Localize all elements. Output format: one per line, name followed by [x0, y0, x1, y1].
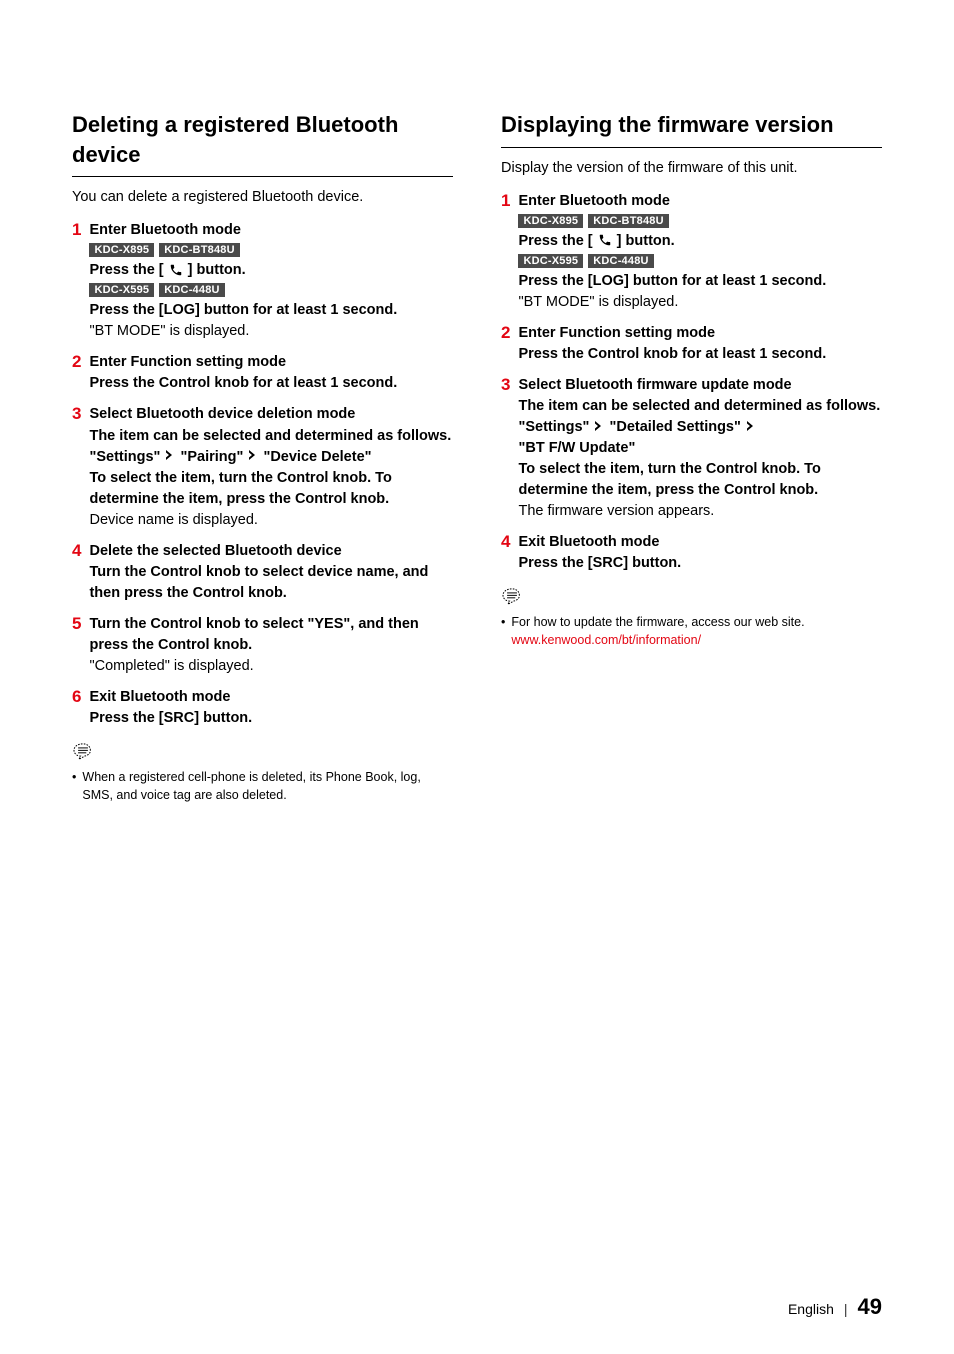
right-step-2: 2 Enter Function setting mode Press the …	[501, 323, 882, 365]
right-heading: Displaying the firmware version	[501, 110, 882, 148]
step-result: "Completed" is displayed.	[89, 656, 453, 677]
left-step-3: 3 Select Bluetooth device deletion mode …	[72, 404, 453, 530]
note-item: • When a registered cell-phone is delete…	[72, 768, 453, 804]
step-result: Device name is displayed.	[89, 510, 453, 531]
step-instruction: Press the [ ] button.	[89, 260, 453, 281]
step-instruction: To select the item, turn the Control kno…	[518, 459, 882, 501]
chevron-right-icon	[595, 421, 603, 431]
note-text: For how to update the firmware, access o…	[511, 613, 882, 649]
phone-icon	[169, 263, 183, 277]
left-step-4: 4 Delete the selected Bluetooth device T…	[72, 541, 453, 604]
step-title: Enter Function setting mode	[518, 323, 882, 344]
footer-page-number: 49	[858, 1294, 882, 1320]
step-instruction: The item can be selected and determined …	[518, 396, 882, 417]
step-result: "BT MODE" is displayed.	[89, 321, 453, 342]
page-footer: English | 49	[788, 1294, 882, 1320]
model-badge: KDC-BT848U	[159, 243, 239, 257]
step-instruction: Press the [SRC] button.	[518, 553, 882, 574]
path-segment: "Settings"	[518, 419, 589, 435]
step-instruction: Press the Control knob for at least 1 se…	[89, 373, 453, 394]
step-result: The firmware version appears.	[518, 501, 882, 522]
path-segment: "BT F/W Update"	[518, 440, 635, 456]
model-badge: KDC-BT848U	[588, 214, 668, 228]
model-badge: KDC-448U	[159, 283, 224, 297]
menu-path: "Settings" "Detailed Settings" "BT F/W U…	[518, 417, 882, 459]
badge-row: KDC-X595 KDC-448U	[518, 254, 882, 268]
step-instruction: To select the item, turn the Control kno…	[89, 468, 453, 510]
step-number: 2	[72, 351, 81, 372]
step-title: Turn the Control knob to select "YES", a…	[89, 614, 453, 656]
chevron-right-icon	[249, 450, 257, 460]
footer-separator: |	[844, 1301, 848, 1317]
badge-row: KDC-X895 KDC-BT848U	[89, 243, 453, 257]
step-instruction: Press the [ ] button.	[518, 231, 882, 252]
path-segment: "Device Delete"	[263, 449, 371, 465]
left-step-5: 5 Turn the Control knob to select "YES",…	[72, 614, 453, 677]
step-number: 6	[72, 686, 81, 707]
path-segment: "Pairing"	[180, 449, 243, 465]
step-number: 4	[501, 531, 510, 552]
badge-row: KDC-X895 KDC-BT848U	[518, 214, 882, 228]
left-heading: Deleting a registered Bluetooth device	[72, 110, 453, 177]
chevron-right-icon	[747, 421, 755, 431]
model-badge: KDC-X895	[518, 214, 583, 228]
step-number: 4	[72, 540, 81, 561]
step-title: Enter Function setting mode	[89, 352, 453, 373]
step-title: Delete the selected Bluetooth device	[89, 541, 453, 562]
step-number: 5	[72, 613, 81, 634]
bullet-icon: •	[72, 768, 76, 786]
model-badge: KDC-X595	[89, 283, 154, 297]
step-instruction: Press the [LOG] button for at least 1 se…	[518, 271, 882, 292]
right-step-4: 4 Exit Bluetooth mode Press the [SRC] bu…	[501, 532, 882, 574]
model-badge: KDC-448U	[588, 254, 653, 268]
phone-icon	[598, 233, 612, 247]
step-number: 1	[501, 190, 510, 211]
firmware-link[interactable]: www.kenwood.com/bt/information/	[511, 633, 701, 647]
right-column: Displaying the firmware version Display …	[501, 110, 882, 804]
step-title: Enter Bluetooth mode	[518, 191, 882, 212]
step-title: Exit Bluetooth mode	[518, 532, 882, 553]
left-column: Deleting a registered Bluetooth device Y…	[72, 110, 453, 804]
step-instruction: The item can be selected and determined …	[89, 426, 453, 447]
left-step-2: 2 Enter Function setting mode Press the …	[72, 352, 453, 394]
footer-language: English	[788, 1301, 834, 1317]
right-step-3: 3 Select Bluetooth firmware update mode …	[501, 375, 882, 522]
step-title: Select Bluetooth device deletion mode	[89, 404, 453, 425]
note-text-part: For how to update the firmware, access o…	[511, 615, 804, 629]
chevron-right-icon	[166, 450, 174, 460]
step-instruction: Press the Control knob for at least 1 se…	[518, 344, 882, 365]
badge-row: KDC-X595 KDC-448U	[89, 283, 453, 297]
step-title: Enter Bluetooth mode	[89, 220, 453, 241]
bullet-icon: •	[501, 613, 505, 631]
note-item: • For how to update the firmware, access…	[501, 613, 882, 649]
step-number: 2	[501, 322, 510, 343]
press-text-b: ] button.	[184, 262, 246, 278]
step-number: 3	[72, 403, 81, 424]
path-segment: "Detailed Settings"	[609, 419, 740, 435]
step-instruction: Turn the Control knob to select device n…	[89, 562, 453, 604]
step-instruction: Press the [SRC] button.	[89, 708, 453, 729]
path-segment: "Settings"	[89, 449, 160, 465]
note-info-icon	[501, 588, 523, 606]
step-title: Exit Bluetooth mode	[89, 687, 453, 708]
step-instruction: Press the [LOG] button for at least 1 se…	[89, 300, 453, 321]
press-text-a: Press the [	[89, 262, 167, 278]
note-info-icon	[72, 743, 94, 761]
model-badge: KDC-X595	[518, 254, 583, 268]
right-intro: Display the version of the firmware of t…	[501, 158, 882, 179]
step-number: 1	[72, 219, 81, 240]
left-intro: You can delete a registered Bluetooth de…	[72, 187, 453, 208]
step-number: 3	[501, 374, 510, 395]
note-text: When a registered cell-phone is deleted,…	[82, 768, 453, 804]
right-step-1: 1 Enter Bluetooth mode KDC-X895 KDC-BT84…	[501, 191, 882, 313]
left-step-1: 1 Enter Bluetooth mode KDC-X895 KDC-BT84…	[72, 220, 453, 342]
left-step-6: 6 Exit Bluetooth mode Press the [SRC] bu…	[72, 687, 453, 729]
press-text-a: Press the [	[518, 233, 596, 249]
step-title: Select Bluetooth firmware update mode	[518, 375, 882, 396]
model-badge: KDC-X895	[89, 243, 154, 257]
menu-path: "Settings" "Pairing" "Device Delete"	[89, 447, 453, 468]
step-result: "BT MODE" is displayed.	[518, 292, 882, 313]
press-text-b: ] button.	[613, 233, 675, 249]
